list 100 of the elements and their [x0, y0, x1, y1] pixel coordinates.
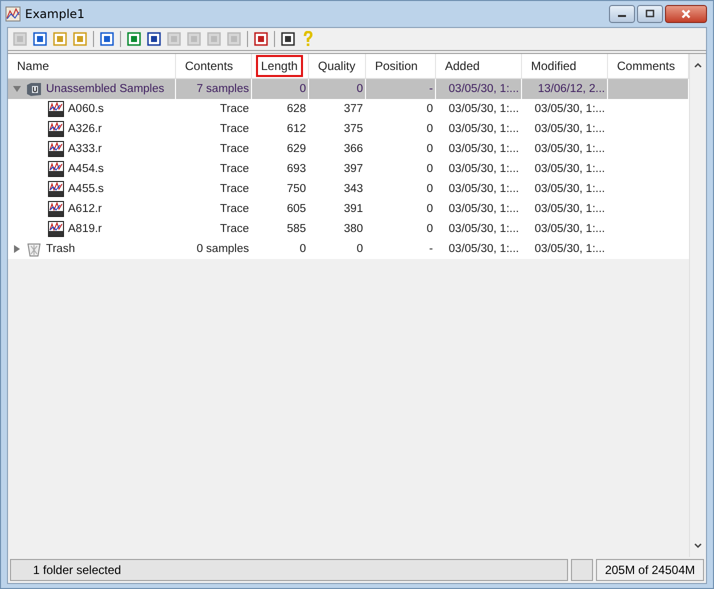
column-label: Length: [256, 55, 303, 77]
item-name: A819.r: [68, 223, 102, 235]
tree-row[interactable]: Unassembled Samples 7 samples 0 0 - 03/05/30, 1:... 13/06/12, 2...: [8, 79, 689, 99]
table-cell: 0: [426, 103, 433, 115]
table-cell: Trace: [220, 123, 249, 135]
column-label: Contents: [184, 58, 234, 75]
table-cell: 605: [286, 203, 306, 215]
column-label: Comments: [616, 58, 676, 75]
item-name: Trash: [46, 243, 75, 255]
table-cell: 0: [356, 83, 363, 95]
item-name: A333.r: [68, 143, 102, 155]
table-cell: 03/05/30, 1:...: [534, 123, 605, 135]
column-label: Name: [16, 58, 50, 75]
table-cell: 375: [344, 123, 363, 135]
column-header[interactable]: Length: [252, 54, 309, 78]
table-cell: 03/05/30, 1:...: [448, 83, 519, 95]
table-cell: 03/05/30, 1:...: [534, 143, 605, 155]
trace-file-icon: [48, 121, 64, 137]
tree-row[interactable]: A333.r Trace 629 366 0 03/05/30, 1:... 03/05/30, 1:...: [8, 139, 689, 159]
table-cell: 0: [426, 183, 433, 195]
table-cell: 03/05/30, 1:...: [448, 123, 519, 135]
table-cell: 612: [286, 123, 306, 135]
table-cell: 03/05/30, 1:...: [534, 223, 605, 235]
table-cell: 0: [356, 243, 363, 255]
status-message: 1 folder selected: [10, 559, 568, 581]
table-cell: 03/05/30, 1:...: [448, 223, 519, 235]
column-header[interactable]: Quality: [309, 54, 366, 78]
trace-file-icon: [48, 161, 64, 177]
window-title: Example1: [25, 7, 86, 21]
item-name: Unassembled Samples: [46, 83, 164, 95]
table-cell: Trace: [220, 143, 249, 155]
collapse-arrow-icon[interactable]: [12, 84, 22, 94]
column-header[interactable]: Contents: [176, 54, 252, 78]
tree-row[interactable]: Trash 0 samples 0 0 - 03/05/30, 1:... 03/05/30, 1:...: [8, 239, 689, 259]
table-cell: 0 samples: [196, 243, 249, 255]
item-name: A454.s: [68, 163, 104, 175]
table-cell: 03/05/30, 1:...: [534, 163, 605, 175]
table-cell: 629: [286, 143, 306, 155]
tree-row[interactable]: A455.s Trace 750 343 0 03/05/30, 1:... 03/05/30, 1:...: [8, 179, 689, 199]
table-cell: 366: [344, 143, 363, 155]
item-name: A612.r: [68, 203, 102, 215]
table-cell: 03/05/30, 1:...: [448, 143, 519, 155]
app-icon: [5, 6, 21, 22]
trace-file-icon: [48, 181, 64, 197]
column-label: Position: [374, 58, 419, 75]
trace-file-icon: [48, 101, 64, 117]
trace-file-icon: [48, 141, 64, 157]
table-cell: 13/06/12, 2...: [538, 83, 605, 95]
table-cell: 03/05/30, 1:...: [448, 103, 519, 115]
item-name: A326.r: [68, 123, 102, 135]
memory-status: 205M of 24504M: [596, 559, 704, 581]
table-cell: 03/05/30, 1:...: [534, 203, 605, 215]
table-cell: 380: [344, 223, 363, 235]
table-cell: 03/05/30, 1:...: [534, 243, 605, 255]
tree-row[interactable]: A612.r Trace 605 391 0 03/05/30, 1:... 03/05/30, 1:...: [8, 199, 689, 219]
table-cell: 0: [300, 243, 306, 255]
scroll-up-icon[interactable]: [693, 60, 703, 70]
table-cell: 377: [344, 103, 363, 115]
table-cell: 585: [286, 223, 306, 235]
table-cell: Trace: [220, 103, 249, 115]
trash-icon: [26, 241, 42, 257]
table-cell: 0: [426, 123, 433, 135]
item-name: A060.s: [68, 103, 104, 115]
column-header[interactable]: Name: [8, 54, 176, 78]
folder-icon: [26, 81, 42, 97]
close-button[interactable]: [665, 5, 707, 23]
table-cell: Trace: [220, 183, 249, 195]
expand-arrow-icon[interactable]: [12, 244, 22, 254]
table-cell: 0: [426, 203, 433, 215]
trace-file-icon: [48, 221, 64, 237]
table-cell: -: [429, 243, 433, 255]
table-cell: 03/05/30, 1:...: [448, 243, 519, 255]
minimize-button[interactable]: [609, 5, 635, 23]
column-header[interactable]: Modified: [522, 54, 608, 78]
table-cell: Trace: [220, 203, 249, 215]
table-cell: 693: [286, 163, 306, 175]
table-cell: 0: [300, 83, 306, 95]
maximize-button[interactable]: [637, 5, 663, 23]
table-cell: Trace: [220, 223, 249, 235]
column-header[interactable]: Added: [436, 54, 522, 78]
column-header[interactable]: Position: [366, 54, 436, 78]
table-cell: 750: [286, 183, 306, 195]
tree-row[interactable]: A060.s Trace 628 377 0 03/05/30, 1:... 03/05/30, 1:...: [8, 99, 689, 119]
table-cell: 03/05/30, 1:...: [448, 163, 519, 175]
table-cell: 03/05/30, 1:...: [534, 103, 605, 115]
maximize-icon: [645, 9, 655, 19]
table-cell: 397: [344, 163, 363, 175]
table-cell: 0: [426, 163, 433, 175]
close-icon: [681, 9, 691, 19]
column-label: Quality: [317, 58, 356, 75]
table-cell: 03/05/30, 1:...: [534, 183, 605, 195]
column-label: Added: [444, 58, 481, 75]
scroll-down-icon[interactable]: [693, 541, 703, 551]
table-cell: Trace: [220, 163, 249, 175]
table-cell: 391: [344, 203, 363, 215]
tree-row[interactable]: A326.r Trace 612 375 0 03/05/30, 1:... 03/05/30, 1:...: [8, 119, 689, 139]
tree-row[interactable]: A819.r Trace 585 380 0 03/05/30, 1:... 03/05/30, 1:...: [8, 219, 689, 239]
table-cell: 03/05/30, 1:...: [448, 183, 519, 195]
tree-row[interactable]: A454.s Trace 693 397 0 03/05/30, 1:... 03/05/30, 1:...: [8, 159, 689, 179]
table-cell: 7 samples: [196, 83, 249, 95]
